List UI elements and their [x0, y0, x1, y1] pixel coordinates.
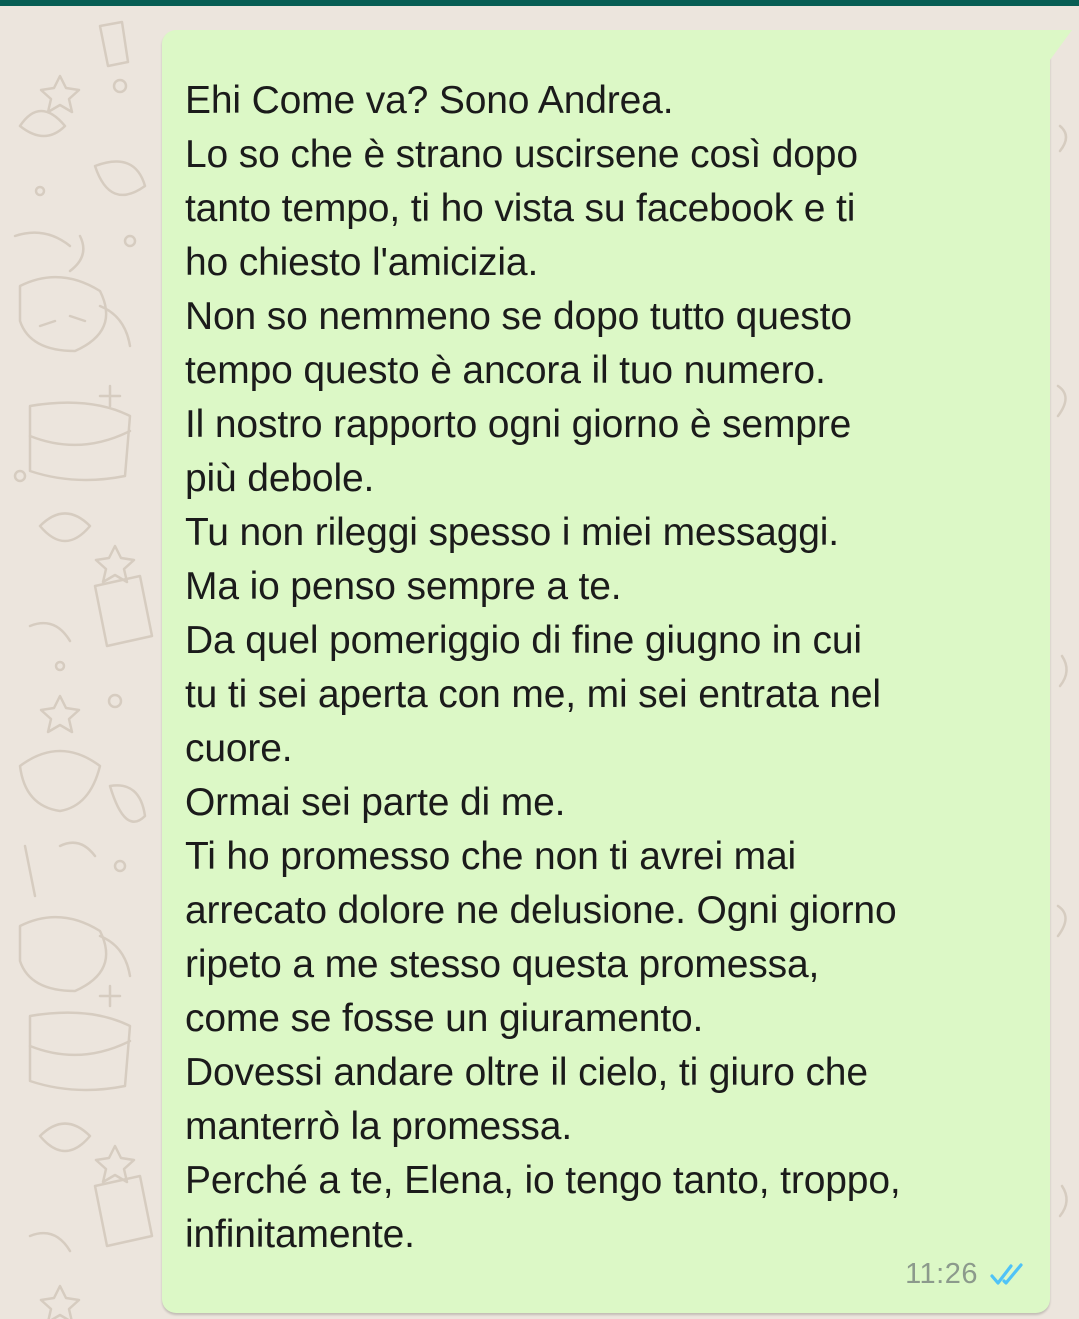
message-meta: 11:26 — [905, 1258, 1028, 1291]
message-bubble[interactable]: Ehi Come va? Sono Andrea. Lo so che è st… — [162, 30, 1072, 1313]
message-line: tanto tempo, ti ho vista su facebook e t… — [185, 187, 856, 230]
message-line: Ma io penso sempre a te. — [185, 565, 622, 608]
message-line: Tu non rileggi spesso i miei messaggi. — [185, 511, 839, 554]
message-line: manterrò la promessa. — [185, 1105, 573, 1148]
double-check-read-icon — [990, 1262, 1023, 1285]
message-line: arrecato dolore ne delusione. Ogni giorn… — [185, 889, 897, 932]
message-line: Da quel pomeriggio di fine giugno in cui — [185, 619, 862, 662]
message-line: tu ti sei aperta con me, mi sei entrata … — [185, 673, 881, 716]
message-line: tempo questo è ancora il tuo numero. — [185, 349, 826, 392]
message-line: Non so nemmeno se dopo tutto questo — [185, 295, 852, 338]
message-line: Il nostro rapporto ogni giorno è sempre — [185, 403, 852, 446]
message-line: ripeto a me stesso questa promessa, — [185, 943, 820, 986]
message-line: più debole. — [185, 457, 375, 500]
message-line: Ormai sei parte di me. — [185, 781, 566, 824]
bubble-tail — [1050, 30, 1072, 60]
message-line: infinitamente. — [185, 1213, 415, 1256]
message-text: Ehi Come va? Sono Andrea. Lo so che è st… — [185, 74, 1030, 1262]
message-line: Ehi Come va? Sono Andrea. — [185, 79, 674, 122]
message-line: Lo so che è strano uscirsene così dopo — [185, 133, 858, 176]
message-line: ho chiesto l'amicizia. — [185, 241, 539, 284]
message-line: Dovessi andare oltre il cielo, ti giuro … — [185, 1051, 868, 1094]
message-line: Perché a te, Elena, io tengo tanto, trop… — [185, 1159, 901, 1202]
message-line: cuore. — [185, 727, 293, 770]
message-line: Ti ho promesso che non ti avrei mai — [185, 835, 797, 878]
message-line: come se fosse un giuramento. — [185, 997, 704, 1040]
message-timestamp: 11:26 — [905, 1258, 978, 1290]
